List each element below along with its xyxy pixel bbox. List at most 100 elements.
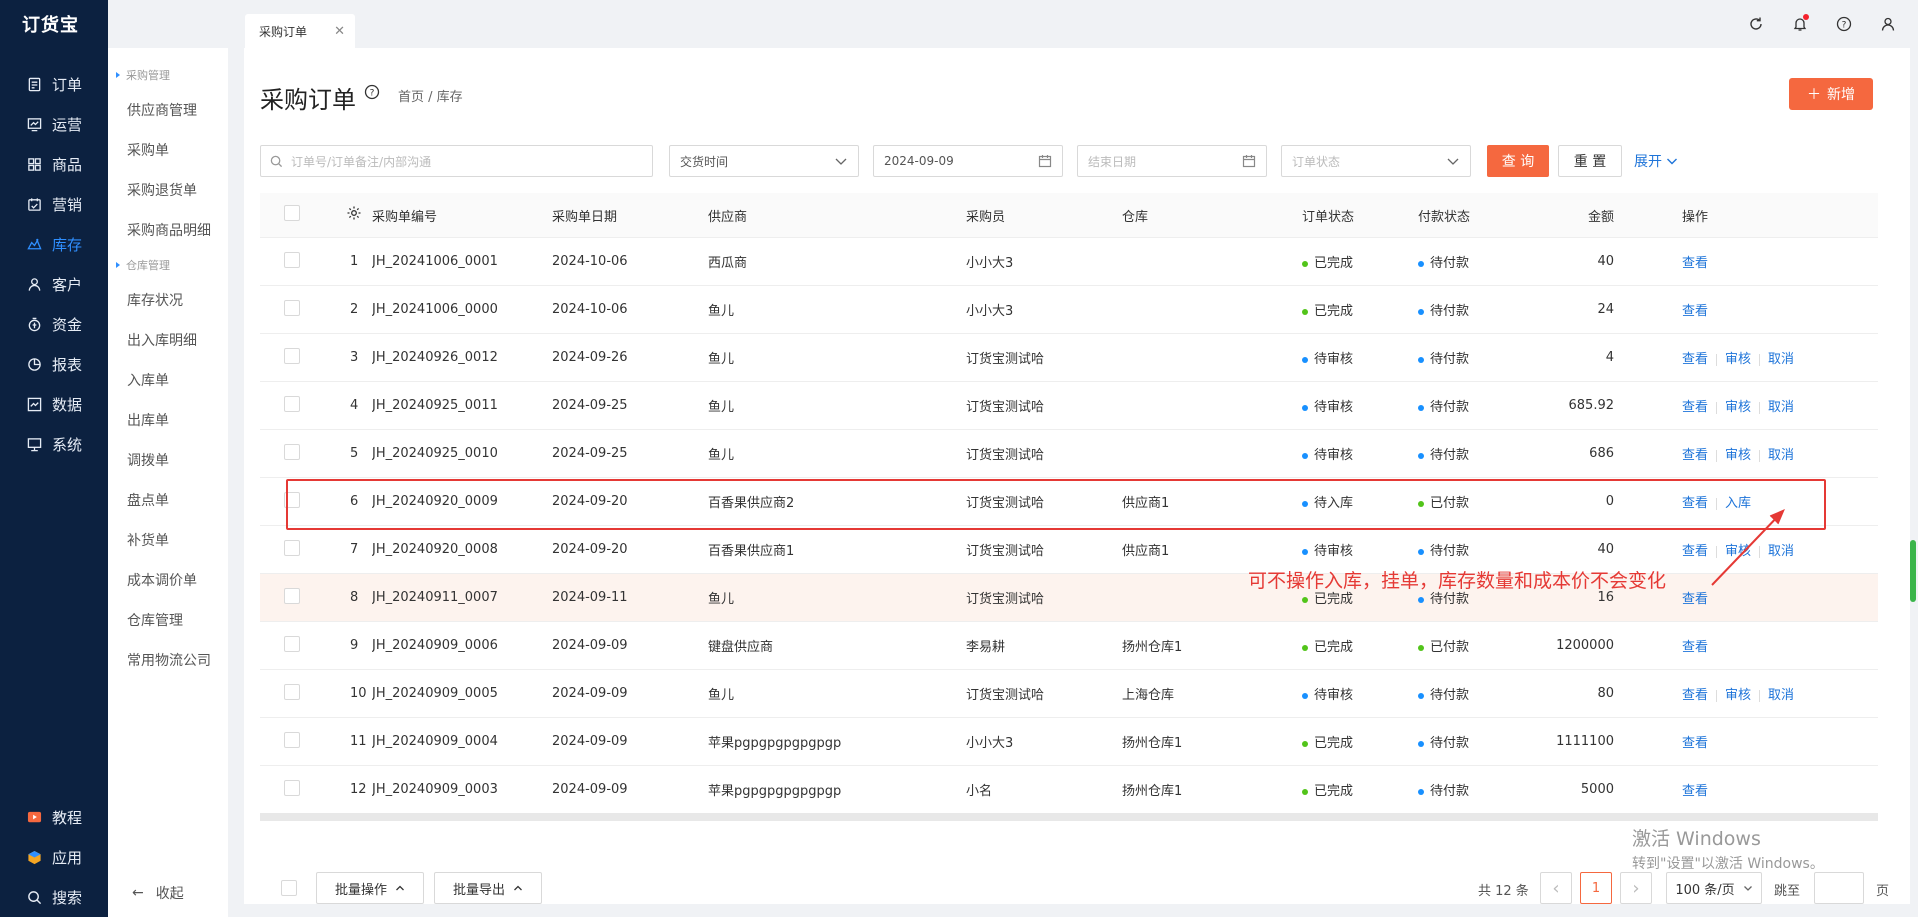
- subnav-item[interactable]: 调拨单: [108, 440, 228, 480]
- cancel-link[interactable]: 取消: [1768, 448, 1794, 463]
- start-date-input[interactable]: 2024-09-09: [873, 145, 1063, 177]
- subnav-item[interactable]: 常用物流公司: [108, 640, 228, 680]
- row-index: 7: [350, 542, 359, 557]
- row-checkbox[interactable]: [284, 299, 300, 316]
- nav-operation[interactable]: 运营: [0, 104, 108, 144]
- subnav-item[interactable]: 出入库明细: [108, 320, 228, 360]
- select-all-checkbox[interactable]: [281, 880, 297, 896]
- row-checkbox[interactable]: [284, 491, 300, 508]
- refresh-icon[interactable]: [1746, 14, 1766, 34]
- vertical-scroll-indicator[interactable]: [1910, 540, 1916, 602]
- svg-text:?: ?: [370, 89, 375, 99]
- nav-report[interactable]: 报表: [0, 344, 108, 384]
- subnav-item[interactable]: 出库单: [108, 400, 228, 440]
- page-size-select[interactable]: 100 条/页: [1666, 872, 1762, 904]
- view-link[interactable]: 查看: [1682, 400, 1708, 415]
- cancel-link[interactable]: 取消: [1768, 400, 1794, 415]
- next-page-button[interactable]: ›: [1620, 872, 1652, 904]
- table-footer: 批量操作 批量导出 共 12 条 ‹ 1 › 100 条/页 跳至 页: [244, 872, 1910, 904]
- annotation-arrow: [1711, 509, 1785, 586]
- subnav-item[interactable]: 供应商管理: [108, 90, 228, 130]
- order-status-select[interactable]: 订单状态: [1281, 145, 1471, 177]
- subnav-item[interactable]: 入库单: [108, 360, 228, 400]
- subnav-group-purchase: 采购管理: [108, 60, 228, 90]
- subnav-item[interactable]: 盘点单: [108, 480, 228, 520]
- bottom-nav-app[interactable]: 应用: [0, 837, 108, 877]
- subnav-item[interactable]: 采购退货单: [108, 170, 228, 210]
- nav-data[interactable]: 数据: [0, 384, 108, 424]
- close-icon[interactable]: ✕: [334, 24, 345, 39]
- status-dot: [1418, 452, 1424, 459]
- nav-product[interactable]: 商品: [0, 144, 108, 184]
- expand-button[interactable]: 展开: [1628, 145, 1684, 177]
- table-header: 采购单编号 采购单日期 供应商 采购员 仓库 订单状态 付款状态 金额 操作: [260, 193, 1878, 238]
- prev-page-button[interactable]: ‹: [1540, 872, 1572, 904]
- bottom-nav-search[interactable]: 搜索: [0, 877, 108, 917]
- bell-icon[interactable]: [1790, 14, 1810, 34]
- user-icon[interactable]: [1878, 14, 1898, 34]
- reset-button[interactable]: 重 置: [1558, 145, 1622, 177]
- help-icon[interactable]: ?: [1834, 14, 1854, 34]
- search-icon: [270, 155, 283, 168]
- query-button[interactable]: 查 询: [1487, 145, 1549, 177]
- nav-order[interactable]: 订单: [0, 64, 108, 104]
- view-link[interactable]: 查看: [1682, 304, 1708, 319]
- row-checkbox[interactable]: [284, 779, 300, 796]
- row-checkbox[interactable]: [284, 443, 300, 460]
- nav-fund[interactable]: 资金: [0, 304, 108, 344]
- row-checkbox[interactable]: [284, 347, 300, 364]
- bottom-nav-list: 教程 应用 搜索: [0, 797, 108, 917]
- subnav-item[interactable]: 成本调价单: [108, 560, 228, 600]
- help-circle-icon[interactable]: ?: [364, 84, 380, 104]
- end-date-input[interactable]: 结束日期: [1077, 145, 1267, 177]
- row-index: 2: [350, 302, 359, 317]
- row-checkbox[interactable]: [284, 683, 300, 700]
- audit-link[interactable]: 审核: [1725, 688, 1751, 703]
- tab-purchase-order[interactable]: 采购订单 ✕: [245, 14, 355, 48]
- bottom-nav-tutorial[interactable]: 教程: [0, 797, 108, 837]
- view-link[interactable]: 查看: [1682, 448, 1708, 463]
- select-all-rows-checkbox[interactable]: [284, 205, 300, 221]
- view-link[interactable]: 查看: [1682, 256, 1708, 271]
- subnav-item[interactable]: 库存状况: [108, 280, 228, 320]
- audit-link[interactable]: 审核: [1725, 400, 1751, 415]
- view-link[interactable]: 查看: [1682, 736, 1708, 751]
- view-link[interactable]: 查看: [1682, 640, 1708, 655]
- cell-supplier: 鱼儿: [708, 688, 735, 703]
- row-checkbox[interactable]: [284, 587, 300, 604]
- jump-page-input[interactable]: [1814, 872, 1864, 904]
- chevron-down-icon: [835, 158, 847, 165]
- nav-customer[interactable]: 客户: [0, 264, 108, 304]
- time-type-select[interactable]: 交货时间: [669, 145, 859, 177]
- subnav-item[interactable]: 采购商品明细: [108, 210, 228, 250]
- cancel-link[interactable]: 取消: [1768, 352, 1794, 367]
- nav-inventory[interactable]: 库存: [0, 224, 108, 264]
- audit-link[interactable]: 审核: [1725, 352, 1751, 367]
- gear-icon[interactable]: [346, 206, 362, 225]
- view-link[interactable]: 查看: [1682, 352, 1708, 367]
- nav-system[interactable]: 系统: [0, 424, 108, 464]
- collapse-button[interactable]: ← 收起: [132, 883, 184, 903]
- row-checkbox[interactable]: [284, 539, 300, 556]
- page-1-button[interactable]: 1: [1580, 872, 1612, 904]
- batch-operation-button[interactable]: 批量操作: [316, 872, 424, 904]
- batch-export-button[interactable]: 批量导出: [434, 872, 542, 904]
- row-checkbox[interactable]: [284, 251, 300, 268]
- subnav-item[interactable]: 补货单: [108, 520, 228, 560]
- view-link[interactable]: 查看: [1682, 688, 1708, 703]
- row-checkbox[interactable]: [284, 395, 300, 412]
- row-checkbox[interactable]: [284, 635, 300, 652]
- subnav-item[interactable]: 采购单: [108, 130, 228, 170]
- search-input[interactable]: 订单号/订单备注/内部沟通: [260, 145, 653, 177]
- subnav-item[interactable]: 仓库管理: [108, 600, 228, 640]
- audit-link[interactable]: 审核: [1725, 448, 1751, 463]
- nav-marketing[interactable]: 营销: [0, 184, 108, 224]
- cell-amount: 4: [1605, 350, 1614, 365]
- view-link[interactable]: 查看: [1682, 592, 1708, 607]
- row-checkbox[interactable]: [284, 731, 300, 748]
- horizontal-scrollbar[interactable]: [260, 813, 1878, 821]
- column-header: 采购单编号: [372, 209, 438, 225]
- cancel-link[interactable]: 取消: [1768, 688, 1794, 703]
- add-button[interactable]: ＋ 新增: [1789, 78, 1873, 110]
- view-link[interactable]: 查看: [1682, 784, 1708, 799]
